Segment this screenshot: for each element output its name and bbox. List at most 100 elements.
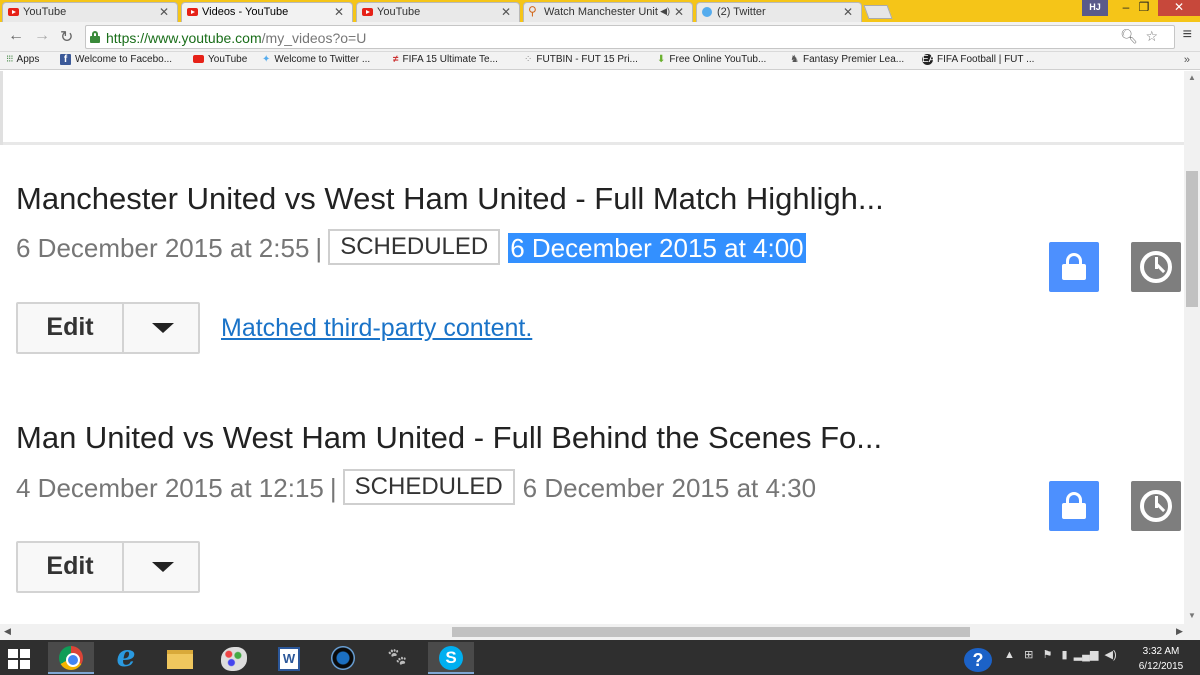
close-icon[interactable]: ✕ <box>843 5 853 19</box>
skype-icon: S <box>439 646 463 670</box>
bookmark-free-online[interactable]: ⬇ Free Online YouTub... <box>657 54 766 65</box>
clock-time: 3:32 AM <box>1142 646 1180 657</box>
taskbar-internet-explorer[interactable]: e <box>103 642 149 674</box>
close-icon[interactable]: ✕ <box>334 5 344 19</box>
tab-videos-youtube[interactable]: Videos - YouTube ✕ <box>181 2 353 22</box>
bookmark-facebook[interactable]: f Welcome to Facebo... <box>60 54 172 65</box>
bookmark-apps[interactable]: ⁝⁝⁝ Apps <box>6 54 39 65</box>
scheduled-time: 6 December 2015 at 4:30 <box>522 473 817 503</box>
address-bar[interactable]: https://www.youtube.com/my_videos?o=U 🔍︎… <box>85 25 1175 49</box>
close-icon[interactable]: ✕ <box>501 5 511 19</box>
video-title[interactable]: Manchester United vs West Ham United - F… <box>16 181 884 217</box>
restore-icon[interactable]: ❐ <box>1130 0 1158 16</box>
flag-icon[interactable]: ⚑ <box>1042 649 1052 661</box>
tab-strip: YouTube ✕ Videos - YouTube ✕ YouTube ✕ ⚲… <box>0 0 1200 22</box>
taskbar-camera-app[interactable] <box>320 642 366 674</box>
status-badge: SCHEDULED <box>342 469 515 505</box>
tab-watch-manchester[interactable]: ⚲ Watch Manchester Unit ◀) ✕ <box>523 2 693 22</box>
arrow-icon: ⬇ <box>657 54 666 65</box>
show-hidden-icons-chevron[interactable]: ▲ <box>1004 649 1015 661</box>
bookmark-futbin[interactable]: ⁘ FUTBIN - FUT 15 Pri... <box>524 54 638 65</box>
twitter-icon: ✦ <box>262 54 271 65</box>
signal-icon[interactable]: ▂▄▆ <box>1074 649 1099 661</box>
twitter-icon <box>702 7 712 17</box>
status-badge: SCHEDULED <box>328 229 501 265</box>
close-icon[interactable]: ✕ <box>674 5 684 19</box>
horizontal-scroll-thumb[interactable] <box>452 627 970 637</box>
taskbar-file-explorer[interactable] <box>157 642 203 674</box>
fifa-icon: ≠ <box>393 54 399 65</box>
privacy-lock-button[interactable] <box>1049 242 1099 292</box>
bookmark-twitter[interactable]: ✦ Welcome to Twitter ... <box>262 54 370 65</box>
taskbar-skype[interactable]: S <box>428 642 474 674</box>
profile-badge[interactable]: HJ <box>1082 0 1108 16</box>
tab-label: YouTube <box>23 6 67 18</box>
zoom-icon[interactable]: 🔍︎ <box>1120 28 1138 45</box>
facebook-icon: f <box>60 54 71 65</box>
caret-down-icon[interactable] <box>152 562 174 572</box>
bookmark-fifa15[interactable]: ≠ FIFA 15 Ultimate Te... <box>393 54 498 65</box>
tab-twitter[interactable]: (2) Twitter ✕ <box>696 2 862 22</box>
windows-tray-icon[interactable]: ⊞ <box>1024 649 1033 661</box>
privacy-lock-button[interactable] <box>1049 481 1099 531</box>
forward-arrow-icon[interactable]: → <box>34 27 50 45</box>
taskbar-gimp[interactable]: 🐾︎ <box>374 642 420 674</box>
apps-grid-icon: ⁝⁝⁝ <box>6 54 13 65</box>
youtube-icon <box>8 8 19 16</box>
battery-icon[interactable]: ▮ <box>1062 649 1068 661</box>
url-text[interactable]: https://www.youtube.com/my_videos?o=U <box>106 30 366 46</box>
chrome-menu-icon[interactable]: ≡ <box>1183 26 1192 44</box>
scheduled-time: 6 December 2015 at 4:00 <box>508 233 806 263</box>
bookmark-fantasy-pl[interactable]: ♞ Fantasy Premier Lea... <box>790 54 904 65</box>
taskbar-clock[interactable]: 3:32 AM 6/12/2015 <box>1130 644 1192 674</box>
vertical-scrollbar[interactable]: ▲ ▼ <box>1184 71 1200 624</box>
scroll-down-arrow-icon[interactable]: ▼ <box>1188 611 1196 620</box>
speaker-icon: ◀) <box>660 6 670 16</box>
caret-down-icon[interactable] <box>152 323 174 333</box>
word-icon: W <box>278 647 300 671</box>
tab-label: Videos - YouTube <box>202 6 289 18</box>
folder-icon <box>167 650 193 669</box>
edit-button[interactable]: Edit <box>18 543 124 591</box>
taskbar-chrome[interactable] <box>48 642 94 674</box>
tab-youtube-2[interactable]: YouTube ✕ <box>356 2 520 22</box>
tab-label: YouTube <box>377 6 421 18</box>
camera-icon <box>331 646 355 670</box>
close-icon[interactable]: ✕ <box>159 5 169 19</box>
bookmark-star-icon[interactable]: ☆ <box>1145 28 1158 45</box>
page-viewport: Manchester United vs West Ham United - F… <box>0 71 1184 624</box>
system-tray[interactable]: ▲ ⊞ ⚑ ▮ ▂▄▆ ◀) <box>1004 648 1117 661</box>
scroll-left-arrow-icon[interactable]: ◀ <box>4 626 11 637</box>
window-close-icon[interactable]: ✕ <box>1158 0 1200 16</box>
reload-icon[interactable]: ↻ <box>60 27 73 47</box>
bookmark-youtube[interactable]: YouTube <box>193 54 247 65</box>
schedule-clock-button[interactable] <box>1131 242 1181 292</box>
futbin-icon: ⁘ <box>524 54 533 65</box>
chrome-icon <box>59 646 83 670</box>
previous-video-card <box>0 71 1184 145</box>
taskbar-paint[interactable] <box>211 642 257 674</box>
youtube-icon <box>187 8 198 16</box>
back-arrow-icon[interactable]: ← <box>8 27 24 45</box>
matched-content-link[interactable]: Matched third-party content. <box>221 314 532 343</box>
bookmarks-overflow-chevron[interactable]: » <box>1184 54 1190 66</box>
taskbar-word[interactable]: W <box>266 642 312 674</box>
edit-button-group: Edit <box>16 541 200 593</box>
scroll-right-arrow-icon[interactable]: ▶ <box>1176 626 1183 637</box>
vertical-scroll-thumb[interactable] <box>1186 171 1198 307</box>
help-icon[interactable]: ? <box>964 648 992 672</box>
windows-start-icon[interactable] <box>8 649 30 669</box>
secure-lock-icon <box>90 31 100 43</box>
edit-button-group: Edit <box>16 302 200 354</box>
edit-button[interactable]: Edit <box>18 304 124 352</box>
scroll-up-arrow-icon[interactable]: ▲ <box>1188 73 1196 82</box>
tab-youtube-1[interactable]: YouTube ✕ <box>2 2 178 22</box>
horizontal-scrollbar[interactable]: ◀ ▶ <box>0 624 1200 640</box>
bookmarks-bar: ⁝⁝⁝ Apps f Welcome to Facebo... YouTube ✦ W… <box>0 52 1200 70</box>
bookmark-fifa-football[interactable]: EA FIFA Football | FUT ... <box>922 54 1034 65</box>
upload-date: 4 December 2015 at 12:15 <box>16 473 324 503</box>
new-tab-button[interactable] <box>863 5 893 19</box>
video-title[interactable]: Man United vs West Ham United - Full Beh… <box>16 420 882 456</box>
volume-icon[interactable]: ◀) <box>1105 649 1117 661</box>
schedule-clock-button[interactable] <box>1131 481 1181 531</box>
